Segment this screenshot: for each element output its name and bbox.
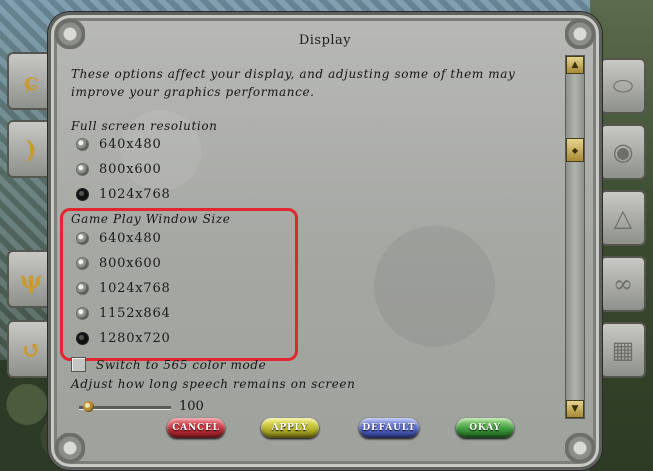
option-label: 640x480 [99, 136, 162, 152]
option-label: 800x600 [99, 255, 162, 271]
radio-button[interactable] [76, 306, 89, 320]
dialog-description: These options affect your display, and a… [71, 67, 516, 99]
scroll-up-arrow[interactable]: ▲ [566, 56, 584, 74]
cancel-button[interactable]: CANCEL [167, 418, 225, 438]
option-label: 800x600 [99, 161, 162, 177]
option-label: 1280x720 [99, 330, 171, 346]
scroll-down-arrow[interactable]: ▼ [566, 400, 584, 418]
option-label: 640x480 [99, 230, 162, 246]
fullscreen-option[interactable]: 1024x768 [76, 185, 171, 203]
speech-duration-label: Adjust how long speech remains on screen [71, 377, 356, 391]
display-dialog: Display These options affect your displa… [48, 12, 602, 470]
option-label: 1024x768 [99, 280, 171, 296]
color-mode-label: Switch to 565 color mode [96, 357, 267, 372]
default-button[interactable]: DEFAULT [359, 418, 419, 438]
corner-ornament [565, 433, 595, 463]
radio-button-selected[interactable] [76, 187, 89, 201]
dialog-title: Display [298, 33, 352, 48]
scroll-thumb[interactable]: ◆ [566, 138, 584, 162]
eye-icon[interactable]: ◉ [600, 124, 646, 180]
window-size-option[interactable]: 640x480 [76, 229, 162, 247]
window-size-option[interactable]: 1152x864 [76, 304, 171, 322]
window-size-option[interactable]: 800x600 [76, 254, 162, 272]
speech-slider-handle[interactable] [83, 401, 94, 412]
radio-button[interactable] [76, 256, 89, 270]
full-screen-label: Full screen resolution [71, 119, 218, 133]
color-mode-row[interactable]: Switch to 565 color mode [71, 357, 266, 372]
mouse-icon[interactable]: ⬭ [600, 58, 646, 114]
option-label: 1152x864 [99, 305, 171, 321]
window-size-option[interactable]: 1024x768 [76, 279, 171, 297]
radio-button-selected[interactable] [76, 331, 89, 345]
apply-button[interactable]: APPLY [261, 418, 319, 438]
color-mode-checkbox[interactable] [71, 357, 86, 372]
option-label: 1024x768 [99, 186, 171, 202]
grid-icon[interactable]: ▦ [600, 322, 646, 378]
scrollbar[interactable]: ▲ ◆ ▼ [565, 55, 585, 419]
radio-button[interactable] [76, 137, 89, 151]
radio-button[interactable] [76, 281, 89, 295]
fullscreen-option[interactable]: 800x600 [76, 160, 162, 178]
speech-slider-value: 100 [179, 399, 204, 414]
okay-button[interactable]: OKAY [456, 418, 514, 438]
game-window-label: Game Play Window Size [71, 212, 231, 226]
pyramid-icon[interactable]: △ [600, 190, 646, 246]
figure-eight-icon[interactable]: ∞ [600, 256, 646, 312]
window-size-option[interactable]: 1280x720 [76, 329, 171, 347]
corner-ornament [55, 433, 85, 463]
fullscreen-option[interactable]: 640x480 [76, 135, 162, 153]
radio-button[interactable] [76, 231, 89, 245]
radio-button[interactable] [76, 162, 89, 176]
